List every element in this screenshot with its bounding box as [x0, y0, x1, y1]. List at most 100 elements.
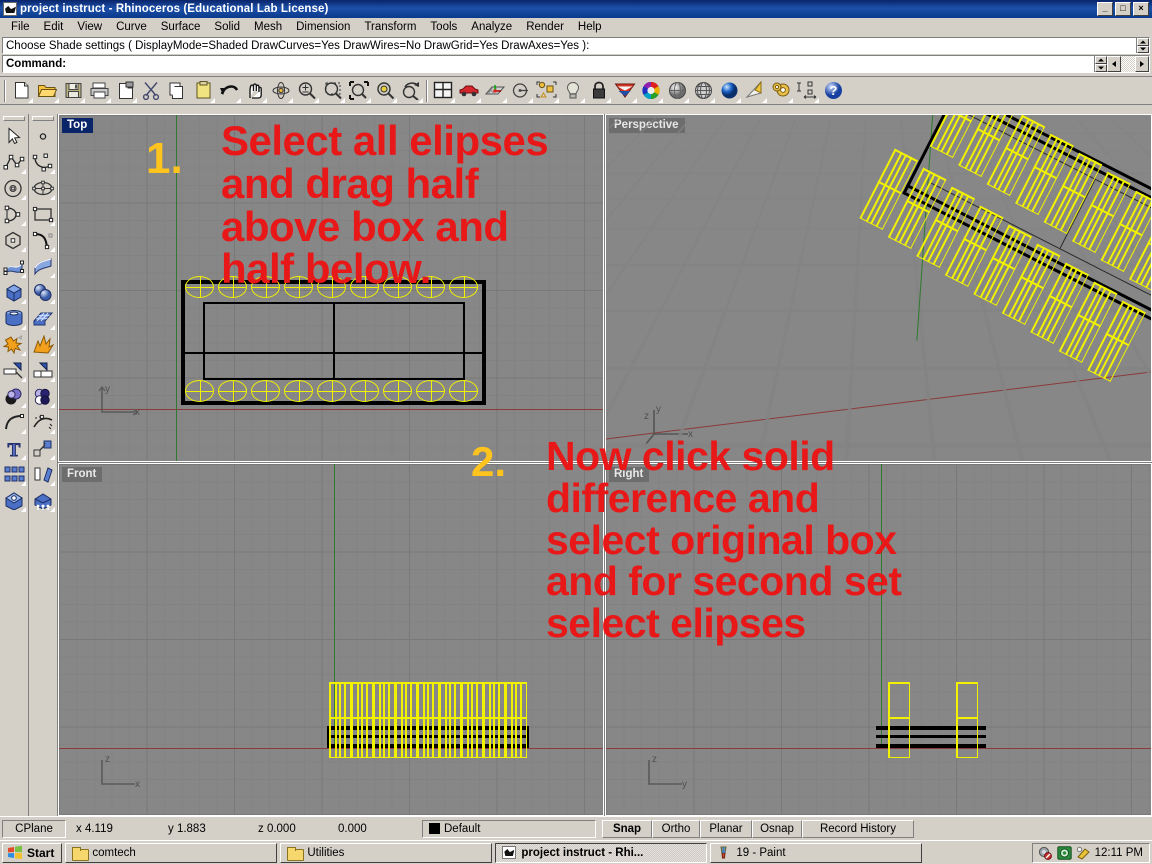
- command-prompt-spinner[interactable]: [1094, 56, 1107, 72]
- split-icon[interactable]: [30, 357, 56, 383]
- fillet-curve-icon[interactable]: [1, 409, 27, 435]
- arc-icon[interactable]: [1, 201, 27, 227]
- close-button[interactable]: ×: [1133, 2, 1149, 16]
- extrude-surface-icon[interactable]: [30, 253, 56, 279]
- menu-item-solid[interactable]: Solid: [207, 20, 247, 34]
- status-layer[interactable]: Default: [422, 819, 596, 838]
- menu-item-tools[interactable]: Tools: [423, 20, 464, 34]
- text-tool-icon[interactable]: T: [1, 435, 27, 461]
- viewport-label-front[interactable]: Front: [62, 467, 103, 482]
- zoom-selected-icon[interactable]: [372, 78, 398, 104]
- taskbar-clock[interactable]: 12:11 PM: [1095, 847, 1143, 859]
- toolbar-grip-2[interactable]: [31, 116, 54, 121]
- menu-item-dimension[interactable]: Dimension: [289, 20, 357, 34]
- array-icon[interactable]: [1, 461, 27, 487]
- toolbar-grip-1[interactable]: [3, 116, 25, 121]
- status-toggle-planar[interactable]: Planar: [700, 819, 752, 838]
- select-arrow-icon[interactable]: [1, 123, 27, 149]
- cylinder-icon[interactable]: [1, 305, 27, 331]
- viewport-perspective[interactable]: z y x Perspective: [605, 114, 1152, 462]
- dimension-icon[interactable]: [794, 78, 820, 104]
- material-icon[interactable]: [612, 78, 638, 104]
- polygon-icon[interactable]: [1, 227, 27, 253]
- surface-from-points-icon[interactable]: [1, 253, 27, 279]
- network-icon[interactable]: [1038, 846, 1053, 860]
- menu-item-surface[interactable]: Surface: [154, 20, 208, 34]
- point-object-icon[interactable]: [30, 123, 56, 149]
- extrude-ruler-icon[interactable]: [30, 487, 56, 513]
- ellipse-icon[interactable]: [30, 175, 56, 201]
- blend-curve-icon[interactable]: [30, 409, 56, 435]
- menu-item-file[interactable]: File: [4, 20, 37, 34]
- explode-burst-icon[interactable]: [30, 331, 56, 357]
- shaded-sphere-icon[interactable]: [664, 78, 690, 104]
- print-icon[interactable]: [86, 78, 112, 104]
- lightbulb-icon[interactable]: [560, 78, 586, 104]
- command-horizontal-scrollbar[interactable]: [1107, 56, 1149, 72]
- help-icon[interactable]: ?: [820, 78, 846, 104]
- trim-icon[interactable]: [1, 357, 27, 383]
- undo-arrow-icon[interactable]: [216, 78, 242, 104]
- rotate-copy-icon[interactable]: [30, 461, 56, 487]
- scale-icon[interactable]: [30, 435, 56, 461]
- command-prompt-row[interactable]: Command:: [2, 55, 1150, 73]
- curve-from-points-icon[interactable]: [30, 227, 56, 253]
- zoom-extents-icon[interactable]: [346, 78, 372, 104]
- copy-pages-icon[interactable]: [164, 78, 190, 104]
- object-properties-icon[interactable]: [534, 78, 560, 104]
- status-cplane[interactable]: CPlane: [2, 819, 66, 838]
- color-wheel-icon[interactable]: [638, 78, 664, 104]
- car-icon[interactable]: [456, 78, 482, 104]
- four-viewport-icon[interactable]: [430, 78, 456, 104]
- menu-item-help[interactable]: Help: [571, 20, 609, 34]
- copy-to-clipboard-icon[interactable]: [112, 78, 138, 104]
- scroll-track[interactable]: [1121, 56, 1135, 72]
- flat-shade-icon[interactable]: [742, 78, 768, 104]
- viewport-front[interactable]: z x Front: [58, 463, 604, 816]
- cap-planar-holes-icon[interactable]: [1, 487, 27, 513]
- wireframe-sphere-icon[interactable]: [690, 78, 716, 104]
- status-toggle-snap[interactable]: Snap: [602, 819, 652, 838]
- taskbar-item-utilities[interactable]: Utilities: [280, 842, 493, 863]
- taskbar-item-paint[interactable]: 19 - Paint: [710, 842, 923, 863]
- sphere-union-icon[interactable]: [30, 279, 56, 305]
- circle-icon[interactable]: [1, 175, 27, 201]
- scroll-right-icon[interactable]: [1135, 56, 1149, 72]
- status-toggle-osnap[interactable]: Osnap: [752, 819, 802, 838]
- lock-icon[interactable]: [586, 78, 612, 104]
- open-folder-icon[interactable]: [34, 78, 60, 104]
- start-button[interactable]: Start: [2, 842, 63, 863]
- menu-item-render[interactable]: Render: [519, 20, 571, 34]
- surface-patch-icon[interactable]: [30, 305, 56, 331]
- menu-item-view[interactable]: View: [70, 20, 109, 34]
- status-toggle-record-history[interactable]: Record History: [802, 819, 914, 838]
- viewport-label-top[interactable]: Top: [62, 118, 94, 133]
- spinner-down-icon[interactable]: [1137, 45, 1149, 53]
- render-sphere-icon[interactable]: [716, 78, 742, 104]
- cut-scissors-icon[interactable]: [138, 78, 164, 104]
- menu-item-curve[interactable]: Curve: [109, 20, 154, 34]
- rectangle-icon[interactable]: [30, 201, 56, 227]
- scroll-left-icon[interactable]: [1107, 56, 1121, 72]
- pan-hand-icon[interactable]: [242, 78, 268, 104]
- paint-tray-icon[interactable]: [1076, 846, 1091, 860]
- boolean-difference-icon[interactable]: [30, 383, 56, 409]
- volume-icon[interactable]: [1056, 845, 1072, 860]
- render-settings-gear-icon[interactable]: [768, 78, 794, 104]
- prompt-spinner-up-icon[interactable]: [1095, 56, 1107, 64]
- boolean-union-icon[interactable]: [1, 383, 27, 409]
- zoom-previous-icon[interactable]: [398, 78, 424, 104]
- menu-item-analyze[interactable]: Analyze: [464, 20, 519, 34]
- minimize-button[interactable]: _: [1097, 2, 1113, 16]
- control-point-curve-icon[interactable]: [30, 149, 56, 175]
- menu-item-transform[interactable]: Transform: [357, 20, 423, 34]
- circle-point-icon[interactable]: [508, 78, 534, 104]
- menu-item-mesh[interactable]: Mesh: [247, 20, 289, 34]
- command-history-spinner[interactable]: [1136, 38, 1149, 53]
- new-file-icon[interactable]: [8, 78, 34, 104]
- rotate-view-icon[interactable]: [268, 78, 294, 104]
- taskbar-item-project-instruct[interactable]: project instruct - Rhi...: [495, 842, 708, 863]
- status-toggle-ortho[interactable]: Ortho: [652, 819, 700, 838]
- polyline-icon[interactable]: [1, 149, 27, 175]
- zoom-window-icon[interactable]: [320, 78, 346, 104]
